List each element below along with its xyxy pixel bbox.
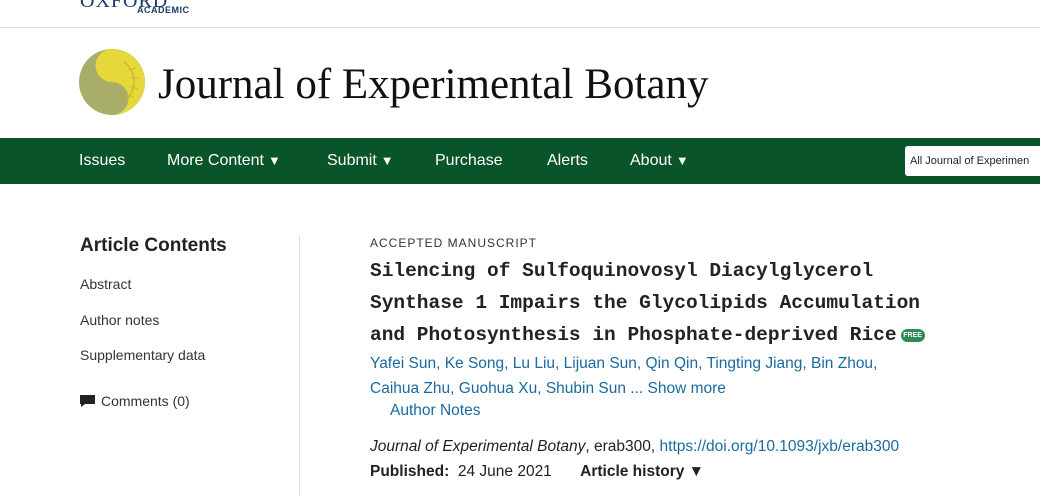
leaf-circle-logo-icon[interactable] [78, 48, 146, 116]
dropdown-arrow-icon: ▼ [380, 153, 394, 168]
author-ellipsis: ... [630, 380, 644, 397]
journal-title[interactable]: Journal of Experimental Botany [158, 60, 709, 109]
published-info: Published: 24 June 2021 Article history … [370, 463, 704, 481]
nav-more-content[interactable]: More Content ▼ [167, 138, 281, 184]
sidebar-link-author-notes[interactable]: Author notes [80, 312, 159, 328]
author-link[interactable]: Caihua Zhu [370, 380, 450, 397]
nav-about-label: About [630, 152, 672, 169]
doi-link[interactable]: https://doi.org/10.1093/jxb/erab300 [660, 438, 900, 455]
author-link[interactable]: Tingting Jiang [706, 355, 802, 372]
author-link[interactable]: Lu Liu [513, 355, 555, 372]
nav-alerts[interactable]: Alerts [547, 138, 588, 184]
author-notes-link[interactable]: Author Notes [390, 402, 480, 420]
author-link[interactable]: Ke Song [445, 355, 504, 372]
chevron-down-icon: ▼ [688, 463, 705, 480]
main-nav: Issues More Content ▼ Submit ▼ Purchase Al… [0, 138, 1040, 184]
nav-issues-label: Issues [79, 152, 126, 169]
published-date: 24 June 2021 [457, 463, 552, 480]
author-list: Yafei Sun, Ke Song, Lu Liu, Lijuan Sun, … [370, 355, 878, 397]
nav-submit-label: Submit [327, 152, 377, 169]
dropdown-arrow-icon: ▼ [675, 153, 689, 168]
article-title-line: Synthase 1 Impairs the Glycolipids Accum… [370, 292, 920, 314]
comments-label: Comments (0) [101, 393, 190, 409]
citation: Journal of Experimental Botany, erab300,… [370, 438, 899, 456]
nav-submit[interactable]: Submit ▼ [327, 138, 394, 184]
nav-issues[interactable]: Issues [79, 138, 125, 184]
nav-alerts-label: Alerts [547, 152, 588, 169]
citation-journal: Journal of Experimental Botany [370, 438, 586, 455]
nav-about[interactable]: About ▼ [630, 138, 689, 184]
published-label: Published: [370, 463, 450, 480]
author-link[interactable]: Qin Qin [646, 355, 699, 372]
author-link[interactable]: Guohua Xu [459, 380, 537, 397]
author-link[interactable]: Lijuan Sun [564, 355, 637, 372]
search-scope-select[interactable]: All Journal of Experimen [905, 146, 1040, 176]
journal-header: Journal of Experimental Botany [78, 48, 778, 118]
academic-logo-text[interactable]: ACADEMIC [137, 5, 190, 15]
sidebar-link-abstract[interactable]: Abstract [80, 276, 131, 292]
article-type-label: ACCEPTED MANUSCRIPT [370, 236, 538, 250]
show-more-authors-link[interactable]: Show more [648, 380, 726, 397]
free-badge: FREE [900, 329, 925, 342]
nav-more-content-label: More Content [167, 152, 264, 169]
sidebar-link-supplementary-data[interactable]: Supplementary data [80, 347, 205, 363]
content-divider [299, 235, 300, 495]
article-history-toggle[interactable]: Article history ▼ [580, 463, 704, 480]
nav-purchase[interactable]: Purchase [435, 138, 503, 184]
nav-purchase-label: Purchase [435, 152, 503, 169]
sidebar-heading: Article Contents [80, 235, 227, 256]
article-contents-sidebar: Article Contents Abstract Author notes S… [80, 235, 290, 409]
author-link[interactable]: Yafei Sun [370, 355, 436, 372]
article-title-line: and Photosynthesis in Phosphate-deprived… [370, 324, 897, 346]
dropdown-arrow-icon: ▼ [267, 153, 281, 168]
comment-icon [80, 395, 95, 407]
citation-id: , erab300, [585, 438, 660, 455]
author-link[interactable]: Bin Zhou [811, 355, 873, 372]
article-title: Silencing of Sulfoquinovosyl Diacylglyce… [370, 255, 990, 351]
author-link[interactable]: Shubin Sun [546, 380, 626, 397]
comments-link[interactable]: Comments (0) [80, 393, 190, 409]
article-title-line: Silencing of Sulfoquinovosyl Diacylglyce… [370, 260, 874, 282]
publisher-bar: OXFORD ACADEMIC [0, 0, 1040, 28]
article-history-label: Article history [580, 463, 685, 480]
